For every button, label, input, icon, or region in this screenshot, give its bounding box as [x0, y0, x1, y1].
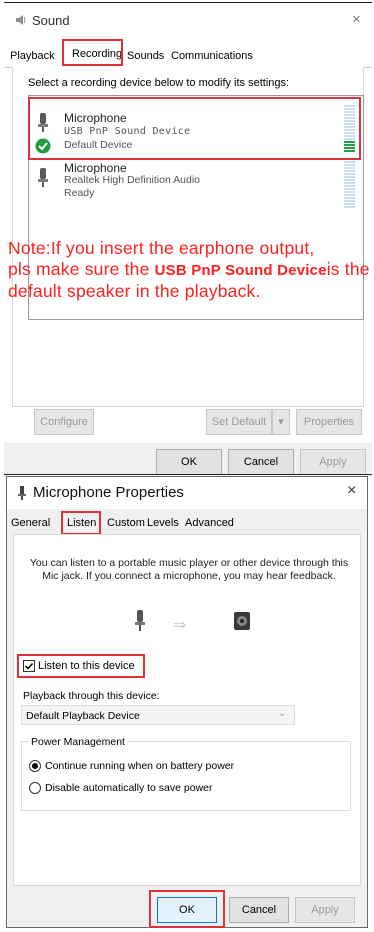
note-text: Note:If you insert the earphone output, …	[8, 238, 372, 302]
set-default-button[interactable]: Set Default	[206, 409, 272, 435]
level-segment	[344, 150, 355, 152]
level-segment	[344, 111, 355, 113]
mic-close-icon[interactable]: ×	[347, 482, 356, 500]
radio-continue-running[interactable]	[29, 760, 41, 772]
level-segment	[344, 117, 355, 119]
mic-apply-button[interactable]: Apply	[295, 897, 355, 923]
speaker-icon	[14, 13, 28, 30]
arrow-right-icon: ⇒	[173, 617, 187, 634]
instruction-text: Select a recording device below to modif…	[28, 77, 290, 89]
power-group-box	[21, 741, 351, 811]
mic-tab-advanced[interactable]: Advanced	[185, 517, 234, 529]
level-segment	[344, 200, 355, 202]
level-segment	[344, 173, 355, 175]
chevron-down-icon-2: ⌄	[278, 708, 287, 719]
tab-sounds[interactable]: Sounds	[127, 50, 164, 62]
mic-tab-custom[interactable]: Custom	[107, 517, 145, 529]
sound-apply-button[interactable]: Apply	[300, 449, 366, 475]
level-segment	[344, 164, 355, 166]
close-icon[interactable]: ×	[352, 11, 361, 28]
ok-button-highlight	[149, 890, 225, 928]
device-realtek-status: Ready	[64, 187, 95, 199]
note-line-2a: pls make sure the	[8, 259, 150, 279]
level-segment	[344, 105, 355, 107]
playback-select[interactable]: Default Playback Device ⌄	[21, 705, 295, 725]
usb-level-meter	[344, 105, 355, 153]
level-segment	[344, 141, 355, 143]
radio-disable-automatically[interactable]	[29, 782, 41, 794]
mic-title-icon	[17, 486, 27, 503]
level-segment	[344, 185, 355, 187]
level-segment	[344, 147, 355, 149]
level-segment	[344, 108, 355, 110]
top-rule	[4, 2, 372, 3]
microphone-icon	[36, 112, 50, 137]
mic-tab-general[interactable]: General	[11, 517, 50, 529]
listen-description: You can listen to a portable music playe…	[29, 557, 349, 582]
level-segment	[344, 197, 355, 199]
note-usb-device: USB PnP Sound Device	[154, 262, 327, 279]
mic-cancel-button[interactable]: Cancel	[229, 897, 289, 923]
level-segment	[344, 144, 355, 146]
sound-ok-button[interactable]: OK	[156, 449, 222, 475]
properties-button[interactable]: Properties	[296, 409, 362, 435]
section-divider	[4, 474, 372, 475]
speaker-device-icon	[233, 611, 251, 634]
level-segment	[344, 203, 355, 205]
note-line-3: default speaker in the playback.	[8, 281, 261, 301]
device-usb-name: Microphone	[64, 111, 127, 125]
recording-tab-highlight	[62, 39, 123, 66]
level-segment	[344, 161, 355, 163]
sound-title: Sound	[32, 13, 70, 28]
radio-continue-label: Continue running when on battery power	[45, 760, 235, 772]
level-segment	[344, 206, 355, 208]
microphone-icon-2	[36, 167, 50, 192]
level-segment	[344, 126, 355, 128]
listen-checkbox-label: Listen to this device	[38, 660, 135, 672]
level-segment	[344, 114, 355, 116]
default-check-icon	[35, 138, 51, 157]
microphone-icon-3	[133, 609, 147, 636]
note-line-2: pls make sure the USB PnP Sound Deviceis…	[8, 259, 372, 281]
tab-playback[interactable]: Playback	[10, 50, 55, 62]
level-segment	[344, 188, 355, 190]
sound-dialog: Sound × Playback Recording Sounds Commun…	[4, 5, 372, 477]
mic-dialog: Microphone Properties × General Listen C…	[6, 476, 368, 928]
level-segment	[344, 132, 355, 134]
level-segment	[344, 135, 355, 137]
device-usb-status: Default Device	[64, 139, 133, 151]
listen-tab-highlight	[61, 511, 101, 535]
level-segment	[344, 129, 355, 131]
level-segment	[344, 170, 355, 172]
chevron-down-icon: ▾	[278, 416, 284, 428]
playback-select-value: Default Playback Device	[26, 710, 140, 722]
device-usb-desc: USB PnP Sound Device	[64, 126, 191, 137]
level-segment	[344, 191, 355, 193]
note-line-2b: is the	[326, 259, 370, 279]
power-group-title: Power Management	[29, 736, 127, 748]
listen-checkbox[interactable]	[23, 660, 35, 672]
configure-button[interactable]: Configure	[34, 409, 94, 435]
mic-tab-levels[interactable]: Levels	[147, 517, 179, 529]
level-segment	[344, 179, 355, 181]
level-segment	[344, 194, 355, 196]
device-realtek-desc: Realtek High Definition Audio	[64, 174, 200, 186]
playback-label: Playback through this device:	[23, 690, 160, 702]
mic-title: Microphone Properties	[33, 484, 184, 501]
level-segment	[344, 120, 355, 122]
device-realtek-name: Microphone	[64, 161, 127, 175]
level-segment	[344, 182, 355, 184]
realtek-level-meter	[344, 161, 355, 209]
radio-disable-label: Disable automatically to save power	[45, 782, 213, 794]
tab-communications[interactable]: Communications	[171, 50, 253, 62]
level-segment	[344, 176, 355, 178]
level-segment	[344, 167, 355, 169]
note-line-1: Note:If you insert the earphone output,	[8, 238, 315, 258]
sound-cancel-button[interactable]: Cancel	[228, 449, 294, 475]
level-segment	[344, 123, 355, 125]
set-default-dropdown[interactable]: ▾	[272, 409, 290, 435]
level-segment	[344, 138, 355, 140]
